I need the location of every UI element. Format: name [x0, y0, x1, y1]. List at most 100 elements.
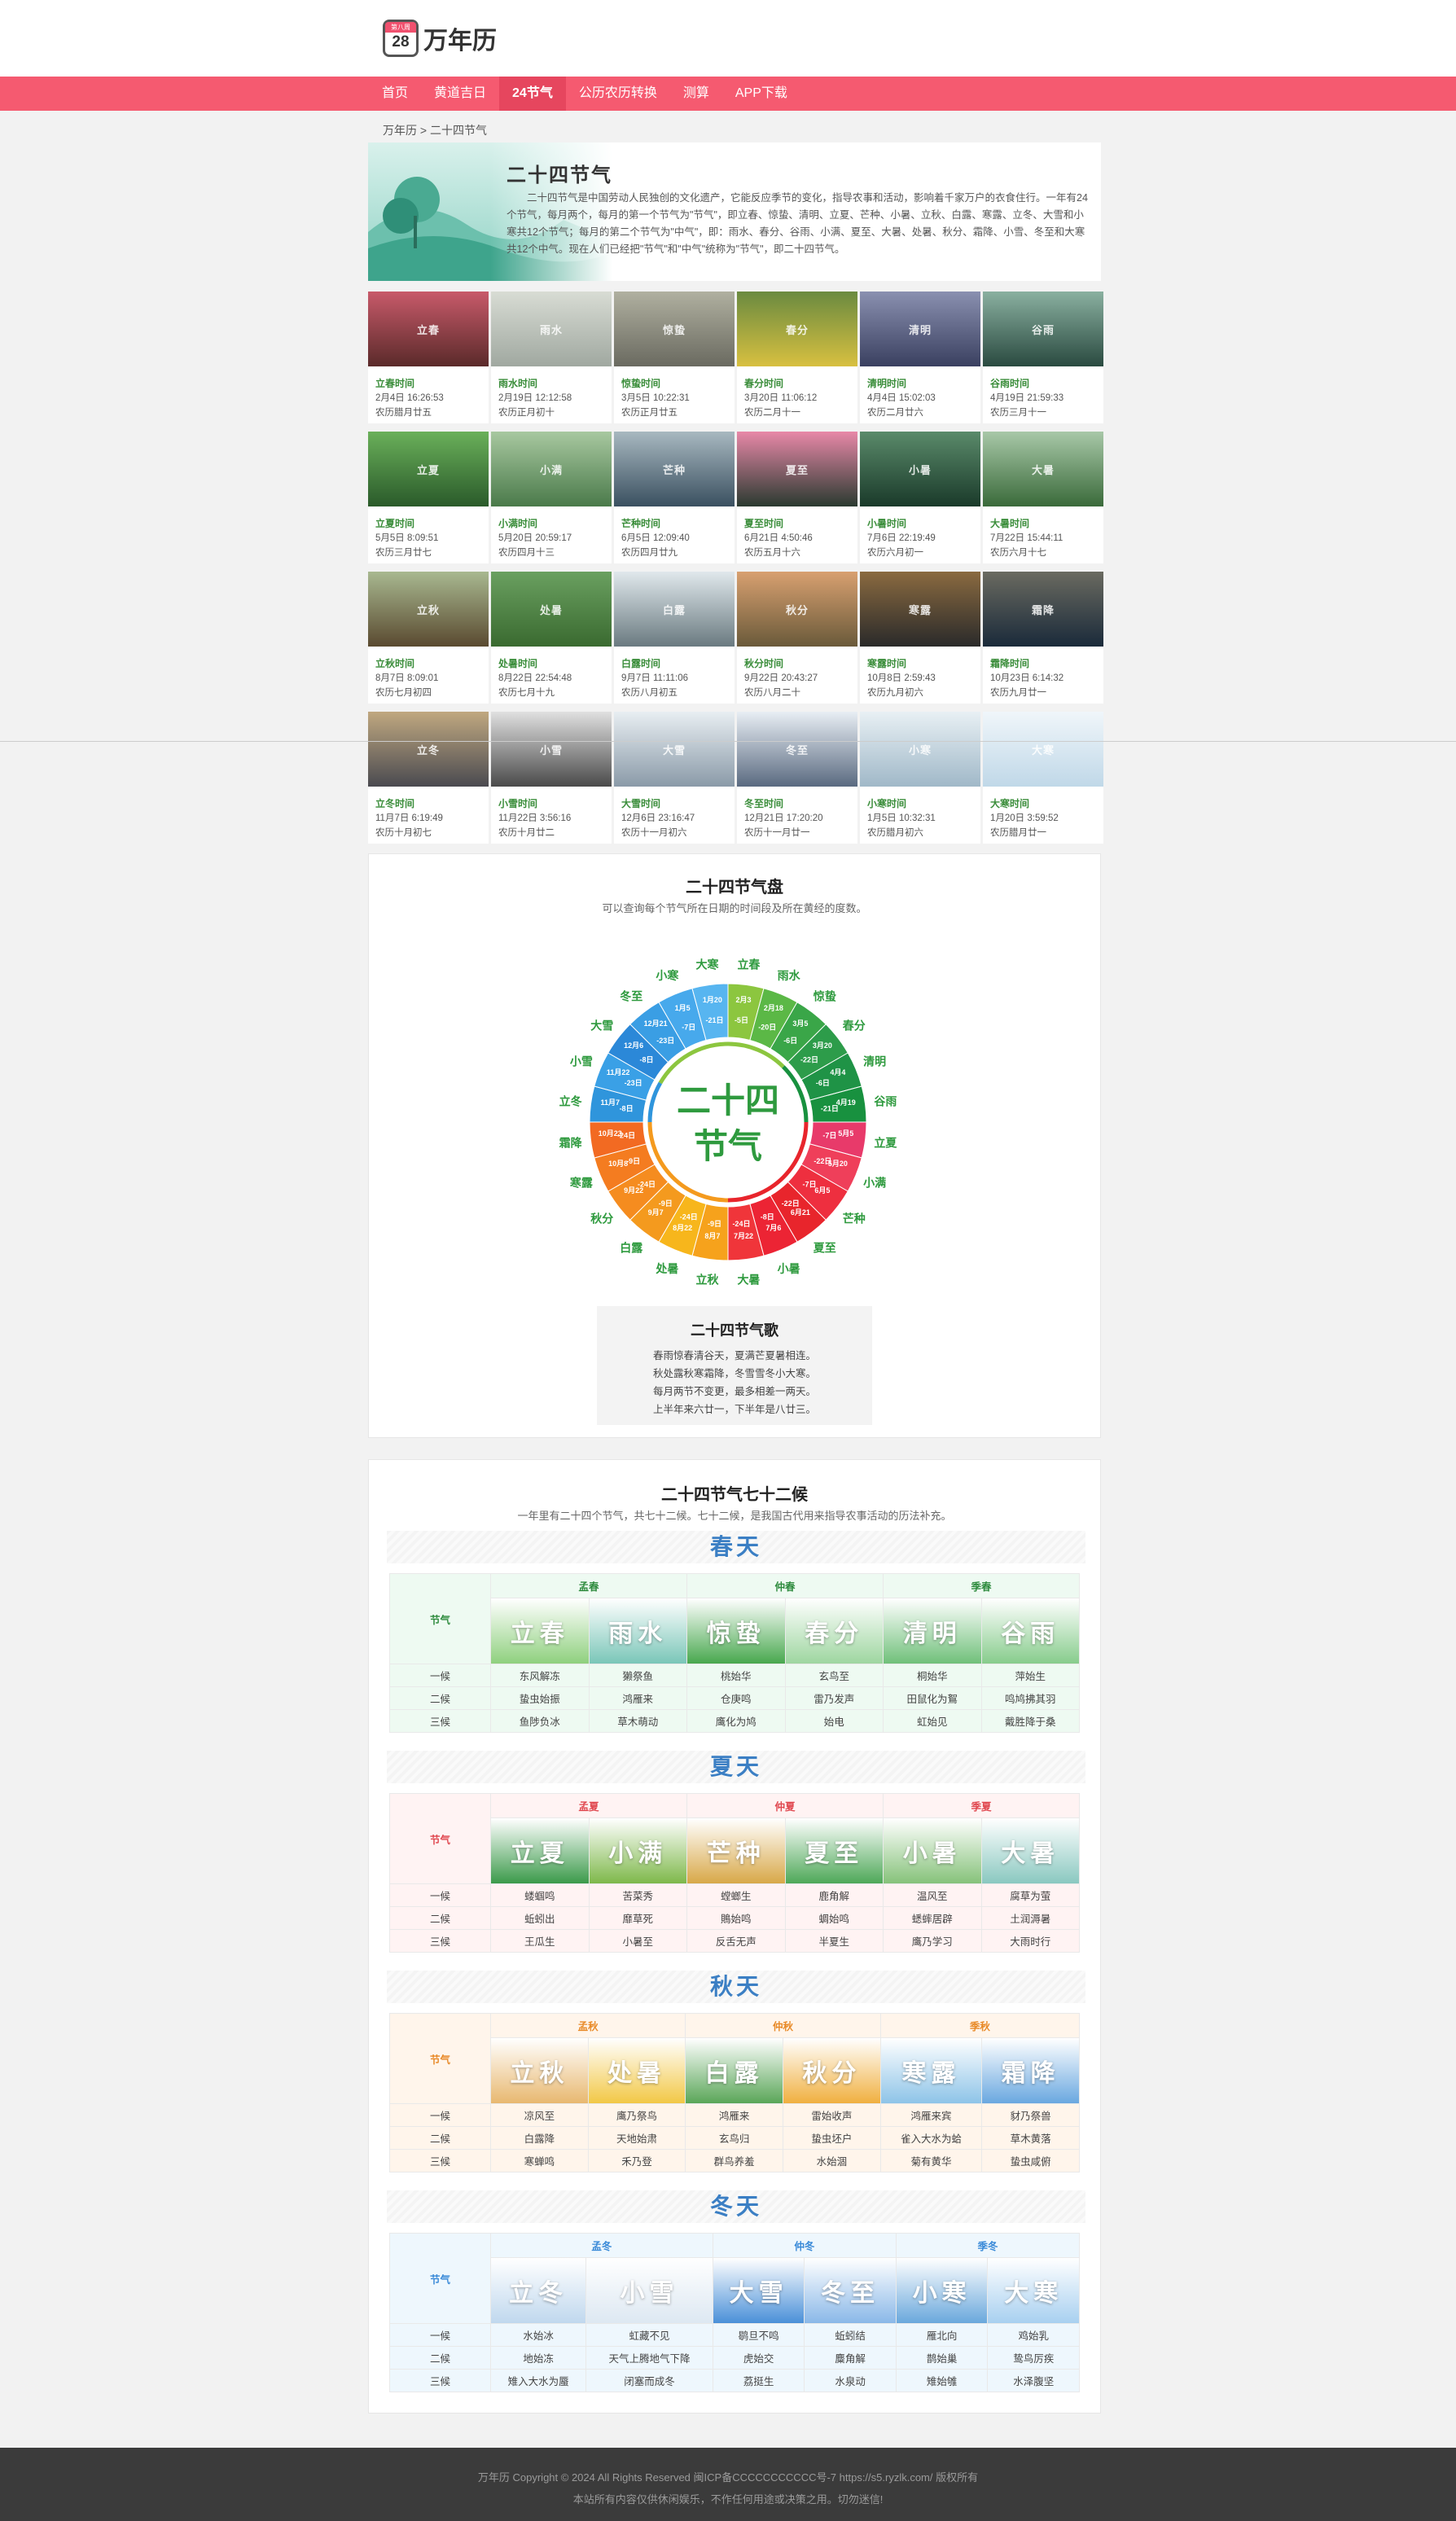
- solar-term-card[interactable]: 小寒 小寒时间 1月5日 10:32:31 农历腊月初六: [860, 712, 980, 844]
- season-table: 节气 孟春 仲春 季春 立春 雨水 惊蛰 春分 清明 谷雨 一候 东风解冻 獭祭鱼 桃始华 玄鸟至 桐始华 萍始…: [389, 1573, 1080, 1733]
- hou-cell: 反舌无声: [686, 1929, 786, 1953]
- wheel-date-label: -24日: [617, 1131, 635, 1139]
- hou-cell: 土润溽暑: [980, 1906, 1080, 1930]
- term-banner[interactable]: 立秋: [490, 2037, 589, 2104]
- hou-row: 三候 王瓜生 小暑至 反舌无声 半夏生 鹰乃学习 大雨时行: [389, 1929, 1080, 1953]
- solar-term-time-label: 谷雨时间: [990, 378, 1030, 389]
- nav-item[interactable]: APP下载: [722, 77, 800, 111]
- hou-cell: 寒蝉鸣: [490, 2149, 589, 2172]
- solar-term-card[interactable]: 秋分 秋分时间 9月22日 20:43:27 农历八月二十: [737, 572, 857, 704]
- season-title: 夏天: [709, 1754, 762, 1779]
- term-banner[interactable]: 大暑: [980, 1817, 1080, 1884]
- solar-term-time-label: 霜降时间: [990, 658, 1030, 669]
- solar-term-card[interactable]: 谷雨 谷雨时间 4月19日 21:59:33 农历三月十一: [983, 292, 1103, 423]
- term-banner[interactable]: 小满: [588, 1817, 687, 1884]
- intro-panel: 二十四节气 二十四节气是中国劳动人民独创的文化遗产，它能反应季节的变化，指导农事…: [368, 142, 1101, 281]
- hou-row-label: 三候: [389, 1709, 491, 1733]
- solar-term-lunar-date: 农历十一月初六: [621, 828, 687, 838]
- solar-term-card[interactable]: 小满 小满时间 5月20日 20:59:17 农历四月十三: [491, 432, 612, 563]
- hou-row-label: 三候: [389, 1929, 491, 1953]
- solar-term-card[interactable]: 小暑 小暑时间 7月6日 22:19:49 农历六月初一: [860, 432, 980, 563]
- hou-cell: 蝼蝈鸣: [490, 1883, 590, 1907]
- solar-term-card[interactable]: 夏至 夏至时间 6月21日 4:50:46 农历五月十六: [737, 432, 857, 563]
- solar-term-card[interactable]: 清明 清明时间 4月4日 15:02:03 农历二月廿六: [860, 292, 980, 423]
- solar-term-card[interactable]: 立秋 立秋时间 8月7日 8:09:01 农历七月初四: [368, 572, 489, 704]
- hou-cell: 鸡始乳: [987, 2323, 1080, 2347]
- hou-cell: 荔挺生: [712, 2369, 805, 2392]
- term-banner[interactable]: 小寒: [895, 2257, 989, 2324]
- solar-term-wheel: 2月3-5日立春2月18-20日雨水3月5-6日惊蛰3月20-22日春分4月4-…: [559, 958, 898, 1287]
- nav-item[interactable]: 24节气: [499, 77, 566, 111]
- season-table: 节气 孟冬 仲冬 季冬 立冬 小雪 大雪 冬至 小寒 大寒 一候 水始冰 虹藏不见 鹖旦不鸣 蚯蚓结 雁北向鸡…: [389, 2233, 1081, 2392]
- solar-term-lunar-date: 农历五月十六: [744, 548, 800, 558]
- solar-term-card[interactable]: 大雪 大雪时间 12月6日 23:16:47 农历十一月初六: [614, 712, 735, 844]
- solar-term-card[interactable]: 惊蛰 惊蛰时间 3月5日 10:22:31 农历正月廿五: [614, 292, 735, 423]
- nav-item[interactable]: 黄道吉日: [421, 77, 499, 111]
- solar-term-time-label: 立秋时间: [375, 658, 415, 669]
- solar-term-card[interactable]: 白露 白露时间 9月7日 11:11:06 农历八月初五: [614, 572, 735, 704]
- term-banner[interactable]: 白露: [685, 2037, 784, 2104]
- divider-line: [0, 741, 1456, 742]
- term-banner[interactable]: 大雪: [712, 2257, 805, 2324]
- term-banner[interactable]: 夏至: [784, 1817, 884, 1884]
- term-banner[interactable]: 寒露: [879, 2037, 983, 2104]
- hou-row-label: 二候: [389, 1686, 491, 1710]
- solar-term-photo-label: 芒种: [662, 463, 686, 476]
- hou-row-label: 一候: [389, 1883, 491, 1907]
- term-banner[interactable]: 谷雨: [980, 1598, 1080, 1664]
- term-banner[interactable]: 秋分: [783, 2037, 881, 2104]
- term-banner[interactable]: 春分: [784, 1598, 884, 1664]
- term-banner[interactable]: 冬至: [804, 2257, 897, 2324]
- solar-term-photo: 惊蛰: [614, 292, 735, 366]
- nav-item[interactable]: 测算: [670, 77, 722, 111]
- month-group: 仲冬: [712, 2233, 897, 2258]
- term-banner-name: 白露: [686, 2038, 783, 2103]
- solar-term-card[interactable]: 寒露 寒露时间 10月8日 2:59:43 农历九月初六: [860, 572, 980, 704]
- nav-item[interactable]: 公历农历转换: [566, 77, 670, 111]
- nav-item[interactable]: 首页: [369, 77, 421, 111]
- solar-term-lunar-date: 农历七月十九: [498, 688, 555, 698]
- term-banner[interactable]: 清明: [883, 1598, 982, 1664]
- solar-term-card[interactable]: 霜降 霜降时间 10月23日 6:14:32 农历九月廿一: [983, 572, 1103, 704]
- solar-term-card[interactable]: 大寒 大寒时间 1月20日 3:59:52 农历腊月廿一: [983, 712, 1103, 844]
- solar-term-card[interactable]: 小雪 小雪时间 11月22日 3:56:16 农历十月廿二: [491, 712, 612, 844]
- solar-term-card[interactable]: 大暑 大暑时间 7月22日 15:44:11 农历六月十七: [983, 432, 1103, 563]
- wheel-term-label: 雨水: [778, 969, 801, 983]
- site-logo[interactable]: 第八周 28 万年历: [383, 20, 497, 57]
- term-banner[interactable]: 霜降: [981, 2037, 1080, 2104]
- solar-term-time-label: 处暑时间: [498, 658, 538, 669]
- solar-term-datetime: 12月6日 23:16:47: [621, 813, 695, 823]
- term-banner[interactable]: 芒种: [686, 1817, 786, 1884]
- hou-row: 二候 蛰虫始振 鸿雁来 仓庚鸣 雷乃发声 田鼠化为鴽 鸣鸠拂其羽: [389, 1686, 1080, 1710]
- wheel-date-label: -7日: [682, 1024, 695, 1032]
- hou-row: 三候 寒蝉鸣 禾乃登 群鸟养羞 水始涸 菊有黄华 蛰虫咸俯: [389, 2149, 1080, 2172]
- solar-term-photo: 大寒: [983, 712, 1103, 787]
- solar-term-card[interactable]: 处暑 处暑时间 8月22日 22:54:48 农历七月十九: [491, 572, 612, 704]
- term-banner[interactable]: 立冬: [489, 2257, 587, 2324]
- solar-term-card[interactable]: 春分 春分时间 3月20日 11:06:12 农历二月十一: [737, 292, 857, 423]
- term-banner[interactable]: 小暑: [883, 1817, 982, 1884]
- term-banner[interactable]: 小雪: [585, 2257, 713, 2324]
- month-group: 孟秋: [489, 2013, 686, 2038]
- term-banner[interactable]: 处暑: [587, 2037, 686, 2104]
- season-section: 夏天 节气 孟夏 仲夏 季夏 立夏 小满 芒种 夏至 小暑 大暑 一候 蝼蝈鸣 苦菜秀 螳螂生 鹿角解 温风至腐…: [387, 1751, 1085, 1961]
- solar-term-datetime: 7月6日 22:19:49: [867, 533, 936, 543]
- wheel-date-label: -21日: [706, 1016, 724, 1024]
- solar-term-card[interactable]: 冬至 冬至时间 12月21日 17:20:20 农历十一月廿一: [737, 712, 857, 844]
- term-banner[interactable]: 惊蛰: [686, 1598, 786, 1664]
- solar-term-datetime: 9月7日 11:11:06: [621, 673, 689, 683]
- solar-term-datetime: 11月7日 6:19:49: [375, 813, 443, 823]
- solar-term-card[interactable]: 芒种 芒种时间 6月5日 12:09:40 农历四月廿九: [614, 432, 735, 563]
- term-banner[interactable]: 大寒: [987, 2257, 1080, 2324]
- term-banner[interactable]: 立春: [490, 1598, 590, 1664]
- term-banner[interactable]: 立夏: [490, 1817, 590, 1884]
- wheel-date-label: -22日: [782, 1199, 800, 1208]
- solar-term-lunar-date: 农历二月廿六: [867, 408, 923, 418]
- solar-term-card[interactable]: 立夏 立夏时间 5月5日 8:09:51 农历三月廿七: [368, 432, 489, 563]
- solar-term-card[interactable]: 立春 立春时间 2月4日 16:26:53 农历腊月廿五: [368, 292, 489, 423]
- solar-term-card[interactable]: 立冬 立冬时间 11月7日 6:19:49 农历十月初七: [368, 712, 489, 844]
- wheel-date-label: 6月21: [791, 1208, 810, 1217]
- term-banner[interactable]: 雨水: [588, 1598, 687, 1664]
- solar-term-card[interactable]: 雨水 雨水时间 2月19日 12:12:58 农历正月初十: [491, 292, 612, 423]
- term-banner-name: 夏至: [785, 1818, 883, 1883]
